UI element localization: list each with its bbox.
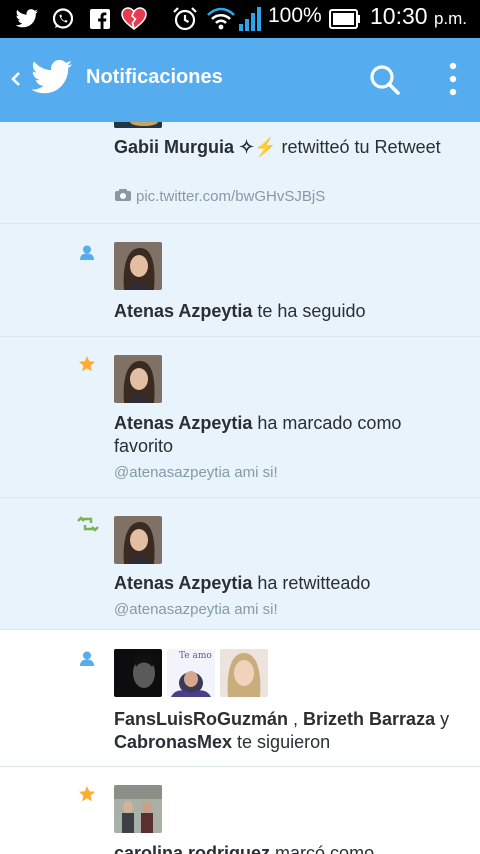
- camera-icon: [114, 188, 132, 202]
- tweet-preview[interactable]: @atenasazpeytia ami si!: [114, 464, 278, 481]
- notification-item[interactable]: Gabii Murguia ✧⚡ retwitteó tu Retweet pi…: [0, 122, 480, 224]
- notification-text: Gabii Murguia ✧⚡ retwitteó tu Retweet: [114, 136, 464, 159]
- notification-item[interactable]: Atenas Azpeytia ha retwitteado @atenasaz…: [0, 498, 480, 630]
- avatar[interactable]: [114, 242, 162, 290]
- back-chevron-icon[interactable]: [6, 64, 26, 94]
- avatar[interactable]: [114, 122, 162, 128]
- notification-action: te ha seguido: [252, 301, 366, 321]
- twitter-bird-icon[interactable]: [30, 58, 74, 98]
- whatsapp-icon: [50, 6, 76, 32]
- avatar[interactable]: [114, 355, 162, 403]
- wifi-icon: [206, 6, 236, 32]
- clock-ampm: p.m.: [433, 9, 468, 28]
- separator: ,: [288, 709, 304, 729]
- avatar[interactable]: [114, 516, 162, 564]
- tweet-preview[interactable]: @atenasazpeytia ami si!: [114, 601, 278, 618]
- follow-person-icon: [78, 650, 96, 668]
- notification-action: retwitteó tu Retweet: [276, 137, 441, 157]
- notification-text: carolina rodriguez marcó como: [114, 842, 464, 854]
- notification-text: Atenas Azpeytia ha retwitteado: [114, 572, 464, 595]
- notification-item[interactable]: carolina rodriguez marcó como: [0, 767, 480, 854]
- notification-item[interactable]: Atenas Azpeytia ha marcado como favorito…: [0, 337, 480, 498]
- clock-time: 10:30: [370, 3, 428, 29]
- star-icon: [78, 355, 96, 373]
- avatar-caption: Te amo: [179, 651, 212, 661]
- avatar[interactable]: Te amo: [167, 649, 215, 697]
- twitter-notification-icon: [14, 6, 40, 32]
- user-name[interactable]: FansLuisRoGuzmán: [114, 709, 288, 729]
- app-bar: Notificaciones: [0, 38, 480, 122]
- notification-item[interactable]: Atenas Azpeytia te ha seguido: [0, 224, 480, 337]
- battery-percent: 100%: [268, 4, 322, 27]
- user-name[interactable]: Atenas Azpeytia: [114, 413, 252, 433]
- facebook-icon: [88, 6, 112, 32]
- broken-heart-icon: [120, 6, 148, 32]
- search-icon[interactable]: [364, 60, 406, 100]
- retweet-icon: [77, 516, 99, 534]
- page-title: Notificaciones: [86, 66, 223, 88]
- user-name[interactable]: carolina rodriguez: [114, 843, 270, 854]
- notifications-list[interactable]: Gabii Murguia ✧⚡ retwitteó tu Retweet pi…: [0, 122, 480, 854]
- notification-action: marcó como: [270, 843, 375, 854]
- avatar[interactable]: [114, 785, 162, 833]
- notification-action: te siguieron: [232, 732, 331, 752]
- notification-action: ha retwitteado: [252, 573, 371, 593]
- follow-person-icon: [78, 244, 96, 262]
- clock: 10:30 p.m.: [370, 3, 467, 30]
- more-vert-icon[interactable]: [440, 58, 466, 102]
- notification-item[interactable]: Te amo FansLuisRoGuzmán , Brizeth Barraz…: [0, 630, 480, 767]
- user-name[interactable]: Atenas Azpeytia: [114, 573, 252, 593]
- status-bar: 100% 10:30 p.m.: [0, 0, 480, 38]
- notification-text: FansLuisRoGuzmán , Brizeth Barraza y Cab…: [114, 708, 464, 754]
- separator: y: [435, 709, 450, 729]
- alarm-icon: [172, 6, 198, 32]
- star-icon: [78, 785, 96, 803]
- avatar[interactable]: [220, 649, 268, 697]
- user-name[interactable]: Brizeth Barraza: [303, 709, 435, 729]
- link-text[interactable]: pic.twitter.com/bwGHvSJBjS: [136, 188, 325, 205]
- notification-text: Atenas Azpeytia te ha seguido: [114, 300, 464, 323]
- user-name[interactable]: Gabii Murguia ✧⚡: [114, 137, 277, 157]
- notification-text: Atenas Azpeytia ha marcado como favorito: [114, 412, 464, 458]
- avatar[interactable]: [114, 649, 162, 697]
- tweet-link[interactable]: pic.twitter.com/bwGHvSJBjS: [114, 188, 325, 205]
- signal-icon: [238, 6, 264, 32]
- battery-icon: [328, 6, 362, 32]
- user-name[interactable]: CabronasMex: [114, 732, 232, 752]
- user-name[interactable]: Atenas Azpeytia: [114, 301, 252, 321]
